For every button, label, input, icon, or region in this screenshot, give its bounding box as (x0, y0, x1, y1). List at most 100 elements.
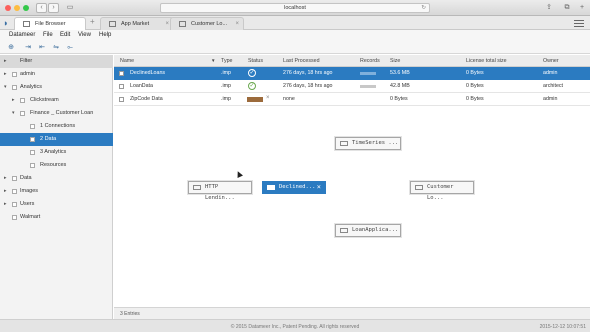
sort-desc-icon[interactable]: ▼ (211, 58, 215, 63)
share-icon[interactable]: ⇪ (543, 3, 555, 13)
cancel-icon[interactable]: × (266, 95, 270, 101)
folder-icon (12, 85, 17, 90)
link-icon[interactable]: ⇋ (51, 44, 61, 52)
sidebar-item-resources[interactable]: Resources (0, 159, 113, 172)
share-node-icon[interactable]: ⟜ (65, 44, 75, 52)
records-bar (360, 72, 376, 75)
cell-name: LoanData (130, 83, 153, 89)
add-tab-icon[interactable]: + (90, 17, 95, 26)
toolbar: ⊕ ⇥ ⇤ ⇋ ⟜ (0, 42, 590, 54)
col-license[interactable]: License total size (466, 58, 507, 64)
folder-icon (12, 202, 17, 207)
tab-app-market[interactable]: App Market × (100, 17, 174, 30)
node-http-lending[interactable]: HTTP Lendin... (188, 181, 252, 201)
collapse-icon[interactable]: ▾ (12, 107, 15, 120)
hamburger-menu-icon[interactable] (574, 18, 584, 27)
expand-icon[interactable]: ▸ (4, 55, 7, 68)
close-icon[interactable]: × (317, 182, 321, 193)
node-declined-loans[interactable]: Declined... × (262, 181, 326, 194)
new-tab-icon[interactable]: + (576, 3, 588, 13)
address-bar[interactable]: localhost ↻ (160, 3, 430, 13)
connection-icon (193, 185, 201, 190)
cell-license: 0 Bytes (466, 96, 484, 102)
workbook-icon (340, 228, 348, 233)
row-checkbox[interactable] (119, 84, 124, 89)
footer-timestamp: 2015-12-12 10:07:51 (539, 324, 586, 330)
folder-icon (12, 189, 17, 194)
sidebar-item-data-root[interactable]: ▸ Data (0, 172, 113, 185)
sidebar-toggle-icon[interactable]: ▭ (64, 3, 76, 13)
tab-customer-loan[interactable]: Customer Lo... × (170, 17, 244, 30)
close-icon[interactable]: × (235, 18, 239, 30)
col-owner[interactable]: Owner (543, 58, 559, 64)
col-records[interactable]: Records (360, 58, 380, 64)
zoom-window-button[interactable] (23, 5, 29, 11)
sidebar-item-analytics-sub[interactable]: 3 Analytics (0, 146, 113, 159)
expand-icon[interactable]: ▸ (12, 94, 15, 107)
cell-owner: admin (543, 96, 558, 102)
table-header: Name ▼ Type Status Last Processed Record… (114, 55, 590, 67)
col-type[interactable]: Type (221, 58, 232, 64)
minimize-window-button[interactable] (14, 5, 20, 11)
menu-view[interactable]: View (78, 32, 91, 38)
sidebar-item-connections[interactable]: 1 Connections (0, 120, 113, 133)
close-icon[interactable]: × (165, 18, 169, 30)
col-last-processed[interactable]: Last Processed (283, 58, 320, 64)
expand-icon[interactable]: ▸ (4, 172, 7, 185)
export-icon[interactable]: ⇤ (37, 44, 47, 52)
folder-icon (12, 215, 17, 220)
folder-icon (30, 163, 35, 168)
menu-datameer[interactable]: Datameer (9, 32, 35, 38)
row-checkbox[interactable] (119, 97, 124, 102)
node-customer-loan[interactable]: Customer Lo... (410, 181, 474, 201)
close-window-button[interactable] (5, 5, 11, 11)
menu-help[interactable]: Help (99, 32, 111, 38)
app-market-icon (109, 21, 116, 27)
cell-size: 53.6 MB (390, 70, 410, 76)
col-status[interactable]: Status (248, 58, 263, 64)
forward-button[interactable]: › (48, 3, 59, 13)
cell-name: ZipCode Data (130, 96, 163, 102)
menu-file[interactable]: File (43, 32, 53, 38)
tab-file-browser[interactable]: File Browser (14, 17, 86, 30)
table-row[interactable]: DeclinedLoans .imp ✓ 276 days, 18 hrs ag… (114, 67, 590, 80)
expand-icon[interactable]: ▸ (4, 185, 7, 198)
back-button[interactable]: ‹ (36, 3, 47, 13)
sidebar-item-users[interactable]: ▸ Users (0, 198, 113, 211)
graph-edges (252, 149, 433, 225)
import-icon[interactable]: ⇥ (23, 44, 33, 52)
table-row[interactable]: ZipCode Data .imp × none 0 Bytes 0 Bytes… (114, 93, 590, 106)
tabs-overview-icon[interactable]: ⧉ (561, 3, 573, 13)
cell-last-processed: 276 days, 18 hrs ago (283, 83, 333, 89)
node-timeseries[interactable]: TimeSeries ... (335, 137, 401, 150)
sidebar-item-walmart[interactable]: Walmart (0, 211, 113, 224)
browser-toolbar: ‹ › ▭ localhost ↻ ⇪ ⧉ + (0, 0, 590, 16)
col-size[interactable]: Size (390, 58, 400, 64)
folder-icon (30, 137, 35, 142)
reload-icon[interactable]: ↻ (421, 4, 426, 12)
row-checkbox[interactable] (119, 71, 124, 76)
add-circle-icon[interactable]: ⊕ (6, 44, 16, 52)
sidebar-item-data[interactable]: 2 Data (0, 133, 113, 146)
sidebar-item-clickstream[interactable]: ▸ Clickstream (0, 94, 113, 107)
node-loan-application[interactable]: LoanApplica... (335, 224, 401, 237)
sidebar-item-admin[interactable]: ▸ admin (0, 68, 113, 81)
app-tab-bar: ◗ File Browser + App Market × Customer L… (0, 16, 590, 30)
status-ok-icon: ✓ (248, 82, 256, 90)
sidebar-filter[interactable]: ▸ Filter (0, 55, 113, 68)
expand-icon[interactable]: ▸ (4, 198, 7, 211)
sidebar-item-analytics[interactable]: ▾ Analytics (0, 81, 113, 94)
menu-edit[interactable]: Edit (60, 32, 70, 38)
tab-label: Customer Lo... (191, 21, 228, 27)
cell-last-processed: none (283, 96, 295, 102)
sidebar-item-finance-customer-loan[interactable]: ▾ Finance _ Customer Loan (0, 107, 113, 120)
folder-icon (30, 124, 35, 129)
col-name[interactable]: Name (120, 58, 134, 64)
table-row[interactable]: LoanData .imp ✓ 276 days, 18 hrs ago 42.… (114, 80, 590, 93)
workbook-icon (415, 185, 423, 190)
expand-icon[interactable]: ▸ (4, 68, 7, 81)
tab-label: App Market (121, 21, 150, 27)
collapse-icon[interactable]: ▾ (4, 81, 7, 94)
sidebar-item-images[interactable]: ▸ Images (0, 185, 113, 198)
menu-bar: Datameer File Edit View Help (0, 30, 590, 42)
